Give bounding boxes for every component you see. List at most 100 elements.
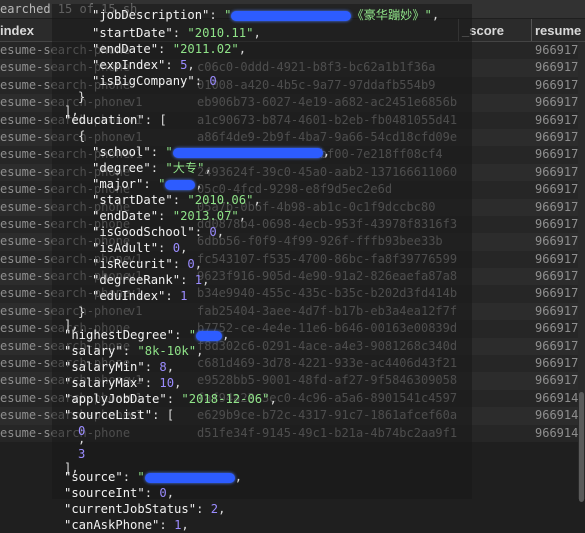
json-key: "sourceInt" <box>64 486 145 500</box>
json-key: "salary" <box>64 344 123 358</box>
json-line: "isAdult": 0, <box>92 240 187 256</box>
json-string: "大专" <box>165 161 205 175</box>
json-line: "isGoodSchool": 0, <box>92 224 224 240</box>
row-resume-cell: 966917 <box>535 129 579 144</box>
redaction-mark <box>144 472 235 483</box>
json-key: "school" <box>92 145 151 159</box>
json-string: " <box>165 145 173 159</box>
json-line: { <box>78 128 85 144</box>
json-line: "applyJobDate": "2018-12-06", <box>64 391 277 407</box>
row-resume-cell: 966917 <box>535 303 579 318</box>
row-resume-cell: 966917 <box>535 77 579 92</box>
json-key: "degree" <box>92 161 151 175</box>
json-string: "2013.07" <box>172 209 239 223</box>
json-line: "salary": "8k-10k", <box>64 343 203 359</box>
json-key: "endDate" <box>92 209 159 223</box>
json-punctuation: : <box>166 392 182 406</box>
json-line: "startDate": "2010.06", <box>92 192 261 208</box>
json-number: 0 <box>172 241 181 255</box>
json-number: 2 <box>210 502 219 516</box>
json-key: "major" <box>92 177 144 191</box>
json-string: "2010.11" <box>187 26 254 40</box>
json-line: "highestDegree": ", <box>64 327 229 343</box>
json-punctuation: , <box>253 26 261 40</box>
json-punctuation: : <box>144 486 160 500</box>
row-resume-cell: 966917 <box>535 112 579 127</box>
json-punctuation: , <box>166 360 175 374</box>
json-key: "isGoodSchool" <box>92 225 195 239</box>
json-punctuation: , <box>174 376 182 390</box>
json-punctuation: , <box>218 502 226 516</box>
json-punctuation: , <box>166 486 175 500</box>
json-punctuation: : [ <box>152 408 175 422</box>
json-punctuation: : <box>158 42 173 56</box>
json-punctuation: : <box>158 241 173 255</box>
json-line: 3 <box>78 446 85 462</box>
json-punctuation: : <box>150 145 166 159</box>
json-key: "isBigCompany" <box>92 74 195 88</box>
json-string: " <box>137 470 145 484</box>
json-line: "jobDescription": " 《豪华蹦妙》", <box>92 7 439 23</box>
row-resume-cell: 966917 <box>535 321 579 336</box>
json-line: "isRecurit": 0, <box>92 256 202 272</box>
json-key: "startDate" <box>92 193 173 207</box>
json-line: "school": ", <box>92 144 330 160</box>
row-resume-cell: 966917 <box>535 182 579 197</box>
row-resume-cell: 966917 <box>535 216 579 231</box>
json-number: 1 <box>194 273 203 287</box>
json-punctuation: } <box>78 305 86 319</box>
json-punctuation: , <box>322 145 331 159</box>
json-punctuation: , <box>234 470 243 484</box>
json-number: 0 <box>209 74 217 88</box>
json-key: "salaryMin" <box>64 360 145 374</box>
json-number: 0 <box>209 225 217 239</box>
row-resume-cell: 966917 <box>535 164 579 179</box>
json-punctuation: , <box>431 8 440 22</box>
json-punctuation: , <box>222 328 230 342</box>
json-punctuation: : <box>144 360 160 374</box>
vertical-scrollbar[interactable] <box>578 42 585 502</box>
json-line: "expIndex": 5, <box>92 57 195 73</box>
json-punctuation: : <box>194 225 210 239</box>
column-header-resume[interactable]: resume <box>535 23 581 38</box>
column-header-index[interactable]: index <box>0 23 34 38</box>
json-punctuation: , <box>195 177 203 191</box>
json-punctuation: , <box>204 161 212 175</box>
json-string: "2018-12-06" <box>181 392 270 406</box>
row-resume-cell: 966914 <box>535 408 579 423</box>
json-line: "major": ", <box>92 176 203 192</box>
json-punctuation: , <box>181 518 189 532</box>
row-resume-cell: 966917 <box>535 95 579 110</box>
json-line: "currentJobStatus": 2, <box>64 501 225 517</box>
row-resume-cell: 966917 <box>535 338 579 353</box>
row-resume-cell: 966917 <box>535 234 579 249</box>
json-string: " <box>188 328 197 342</box>
json-number: 1 <box>180 289 188 303</box>
row-resume-cell: 966917 <box>535 373 579 388</box>
json-punctuation: : <box>172 193 188 207</box>
json-punctuation: : <box>159 518 175 532</box>
json-punctuation: : <box>180 273 195 287</box>
json-punctuation: : <box>196 502 211 516</box>
scrollbar-thumb[interactable] <box>579 392 584 502</box>
json-document-popup: "jobDescription": " 《豪华蹦妙》", "startDate": … <box>52 4 472 532</box>
json-line: , <box>78 431 85 447</box>
row-resume-cell: 966914 <box>535 425 579 440</box>
json-string: "2010.06" <box>187 193 254 207</box>
json-punctuation: , <box>196 344 204 358</box>
row-resume-cell: 966917 <box>535 43 579 57</box>
json-key: "isRecurit" <box>92 257 173 271</box>
row-resume-cell: 966917 <box>535 356 579 371</box>
json-number: 0 <box>159 486 167 500</box>
column-divider[interactable] <box>531 19 532 41</box>
json-key: "expIndex" <box>92 58 166 72</box>
json-key: "jobDescription" <box>92 8 210 22</box>
row-resume-cell: 966917 <box>535 199 579 214</box>
json-key: "isAdult" <box>92 241 159 255</box>
json-punctuation: : <box>174 328 189 342</box>
json-punctuation: : <box>194 74 210 88</box>
json-line: "source": ", <box>64 469 242 485</box>
json-line: "endDate": "2013.07", <box>92 208 246 224</box>
json-line: "eduIndex": 1 <box>92 288 187 304</box>
json-line: "endDate": "2011.02", <box>92 41 246 57</box>
